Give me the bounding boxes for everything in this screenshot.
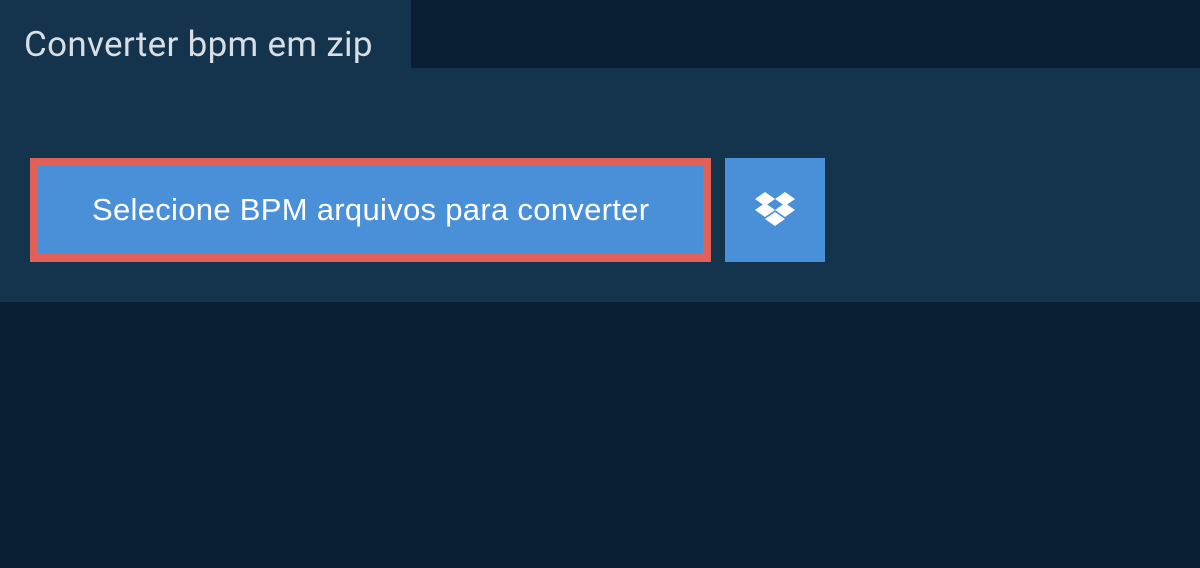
tab-header: Converter bpm em zip <box>0 0 411 87</box>
dropbox-button[interactable] <box>725 158 825 262</box>
select-files-button[interactable]: Selecione BPM arquivos para converter <box>38 166 703 254</box>
action-row: Selecione BPM arquivos para converter <box>0 128 1200 262</box>
dropbox-icon <box>755 192 795 228</box>
page-title: Converter bpm em zip <box>24 24 373 65</box>
select-button-highlight: Selecione BPM arquivos para converter <box>30 158 711 262</box>
converter-panel: Converter bpm em zip Selecione BPM arqui… <box>0 68 1200 302</box>
